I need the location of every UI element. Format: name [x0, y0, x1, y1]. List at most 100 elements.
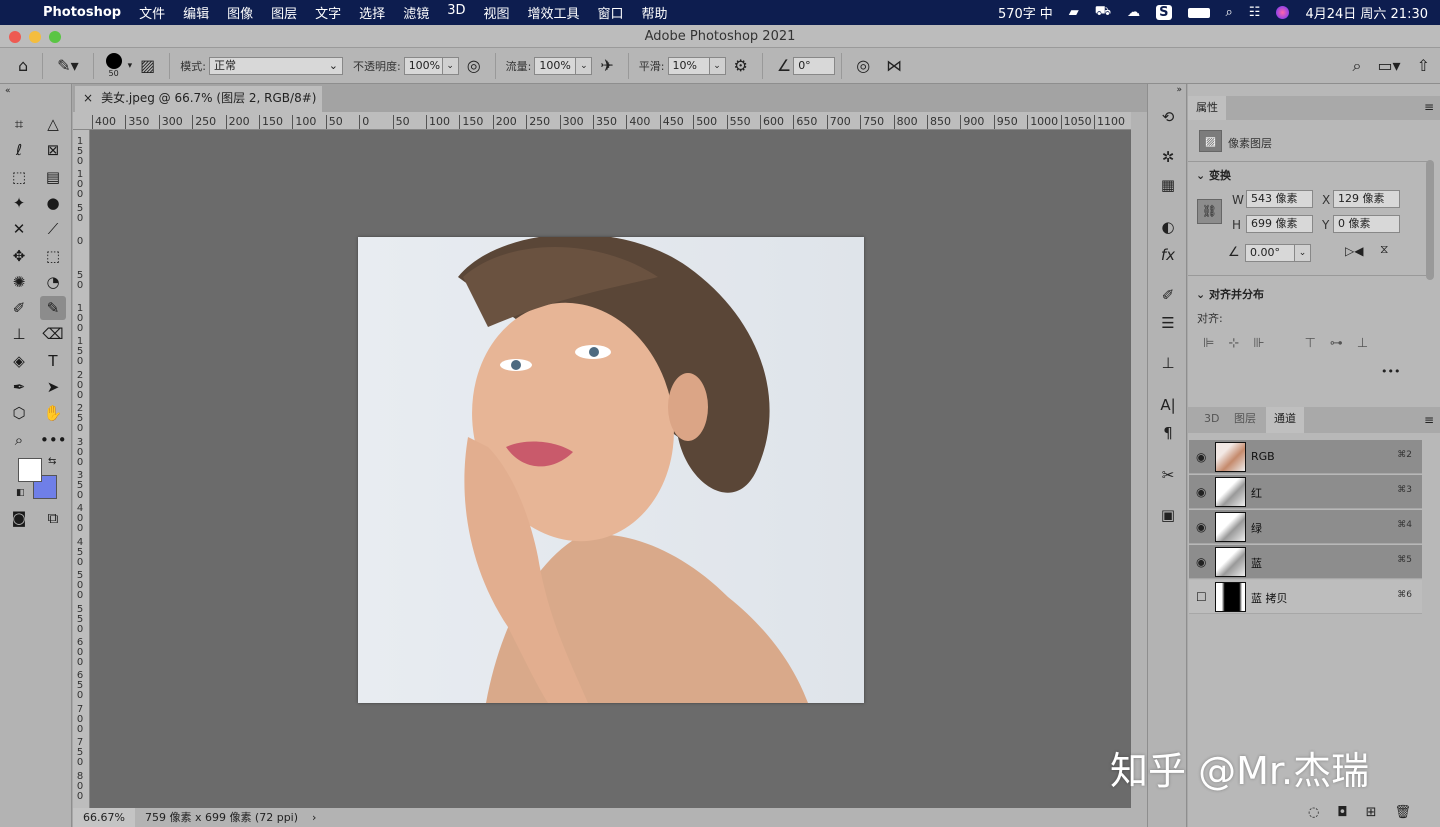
- flow-input[interactable]: 100%: [534, 56, 577, 75]
- crop-icon[interactable]: ⌗: [6, 112, 32, 136]
- tab-1[interactable]: 图层: [1226, 407, 1264, 433]
- panel-menu-icon[interactable]: ≡: [1424, 100, 1434, 114]
- close-window-button[interactable]: [9, 31, 21, 43]
- gear-icon[interactable]: ⚙: [734, 56, 748, 75]
- workspace-icon[interactable]: ▭▾: [1377, 56, 1400, 75]
- flow-dropdown[interactable]: ⌄: [576, 56, 593, 75]
- spot-heal-icon[interactable]: ✺: [6, 270, 32, 294]
- menu-2[interactable]: 图像: [218, 3, 262, 22]
- visibility-box-icon[interactable]: ☐: [1196, 590, 1207, 604]
- x-input[interactable]: 129 像素: [1333, 190, 1400, 208]
- object-select-icon[interactable]: ⬚: [6, 165, 32, 189]
- smoothing-dropdown[interactable]: ⌄: [709, 56, 726, 75]
- healing-icon[interactable]: ✕: [6, 217, 32, 241]
- siri-icon[interactable]: [1276, 6, 1290, 19]
- align-left-icon[interactable]: ⊫: [1203, 336, 1214, 351]
- height-input[interactable]: 699 像素: [1246, 215, 1313, 233]
- align-right-icon[interactable]: ⊪: [1253, 336, 1264, 351]
- vertical-scrollbar[interactable]: [1131, 112, 1147, 808]
- tools-scissors-icon[interactable]: ✂: [1156, 466, 1180, 484]
- align-top-icon[interactable]: ⊤: [1305, 336, 1316, 351]
- channel-row[interactable]: ◉ 绿 ⌘4: [1189, 510, 1422, 544]
- marquee-icon[interactable]: ⬚: [40, 244, 66, 268]
- app-menu[interactable]: Photoshop: [29, 5, 130, 20]
- clock[interactable]: 4月24日 周六 21:30: [1305, 3, 1428, 22]
- eraser-icon[interactable]: ⌫: [40, 322, 66, 346]
- home-icon[interactable]: ⌂: [18, 56, 28, 75]
- channel-row[interactable]: ◉ 蓝 ⌘5: [1189, 545, 1422, 579]
- color-replace-icon[interactable]: ✐: [6, 296, 32, 320]
- frame-triangle-icon[interactable]: △: [40, 112, 66, 136]
- move-icon[interactable]: ✥: [6, 244, 32, 268]
- more-tools-icon[interactable]: •••: [40, 428, 67, 452]
- save-selection-channel-icon[interactable]: ◘: [1337, 805, 1347, 820]
- delete-channel-icon[interactable]: 🗑: [1395, 805, 1412, 820]
- zoom-icon[interactable]: ⌕: [6, 428, 32, 452]
- channel-row[interactable]: ◉ RGB ⌘2: [1189, 440, 1422, 474]
- flip-vertical-icon[interactable]: ⧖: [1380, 242, 1388, 257]
- brush-settings-icon[interactable]: ☰: [1156, 314, 1180, 332]
- collapse-dock-icon[interactable]: »: [1148, 84, 1186, 96]
- menu-0[interactable]: 文件: [130, 3, 174, 22]
- eye-icon[interactable]: ◉: [1196, 450, 1206, 464]
- eyedropper-icon[interactable]: ⟋: [40, 217, 66, 241]
- battery-icon[interactable]: [1187, 7, 1210, 18]
- align-section-header[interactable]: ⌄ 对齐并分布: [1196, 286, 1264, 302]
- brush-settings-icon[interactable]: ▨: [140, 56, 155, 75]
- menu-4[interactable]: 文字: [306, 3, 350, 22]
- quick-select-icon[interactable]: ✦: [6, 191, 32, 215]
- clone-source-icon[interactable]: ⊥: [1156, 354, 1180, 372]
- vertical-ruler[interactable]: 150 100 50 0 50 100 150 200 250 300 350 400 450 500 55…: [73, 130, 90, 808]
- brushes-icon[interactable]: ✐: [1156, 286, 1180, 304]
- channel-row[interactable]: ◉ 红 ⌘3: [1189, 475, 1422, 509]
- airbrush-icon[interactable]: ✈: [600, 56, 613, 75]
- channels-panel-menu-icon[interactable]: ≡: [1424, 413, 1434, 427]
- quick-mask-icon[interactable]: ◙: [6, 506, 32, 530]
- character-icon[interactable]: A|: [1156, 396, 1180, 414]
- collapse-toolbar-icon[interactable]: «: [0, 84, 71, 98]
- type-icon[interactable]: T: [40, 349, 66, 373]
- pressure-size-icon[interactable]: ◎: [856, 56, 870, 75]
- tab-0[interactable]: 3D: [1196, 407, 1227, 433]
- menu-11[interactable]: 帮助: [633, 3, 677, 22]
- brush-preset-icon[interactable]: ✎▾: [57, 56, 78, 75]
- paint-bucket-icon[interactable]: ◈: [6, 349, 32, 373]
- tab-2[interactable]: 通道: [1266, 407, 1304, 433]
- document-image[interactable]: [358, 237, 864, 703]
- path-select-icon[interactable]: ➤: [40, 375, 66, 399]
- menu-7[interactable]: 3D: [438, 3, 474, 22]
- adjustments-icon[interactable]: ◐: [1156, 218, 1180, 236]
- align-center-h-icon[interactable]: ⊹: [1228, 336, 1239, 351]
- link-dimensions-icon[interactable]: ⛓: [1197, 199, 1222, 224]
- symmetry-butterfly-icon[interactable]: ⋈: [886, 56, 902, 75]
- share-icon[interactable]: ⇧: [1417, 56, 1430, 75]
- load-channel-selection-icon[interactable]: ◌: [1308, 805, 1319, 820]
- properties-scrollbar[interactable]: [1426, 160, 1434, 280]
- horizontal-ruler[interactable]: 400 350 300 250 200 150 100 50 0 50 100 150 200 250 30…: [73, 112, 1131, 130]
- pen-icon[interactable]: ✒: [6, 375, 32, 399]
- stamp-icon[interactable]: ⊥: [6, 322, 32, 346]
- menu-9[interactable]: 增效工具: [519, 3, 589, 22]
- swatches-grid-icon[interactable]: ▦: [1156, 176, 1180, 194]
- brush-angle-input[interactable]: 0°: [793, 56, 836, 75]
- mode-select[interactable]: 正常 ⌄: [208, 56, 343, 75]
- menu-1[interactable]: 编辑: [174, 3, 218, 22]
- brush-size-picker[interactable]: 50: [105, 53, 122, 78]
- input-method[interactable]: 中: [1040, 3, 1053, 22]
- flip-horizontal-icon[interactable]: ▷◀: [1345, 244, 1363, 258]
- zoom-level[interactable]: 66.67%: [73, 808, 135, 827]
- tab-properties[interactable]: 属性: [1188, 96, 1226, 120]
- color-wheel-icon[interactable]: ✲: [1156, 148, 1180, 166]
- rotation-dropdown[interactable]: ⌄: [1295, 244, 1311, 262]
- eye-icon[interactable]: ◉: [1196, 555, 1206, 569]
- eye-icon[interactable]: ◉: [1196, 520, 1206, 534]
- rotation-input[interactable]: 0.00°: [1245, 244, 1295, 262]
- search-icon[interactable]: ⌕: [1352, 56, 1361, 76]
- blur-icon[interactable]: ◔: [40, 270, 66, 294]
- control-center-icon[interactable]: ☷: [1249, 5, 1261, 20]
- forklift-icon[interactable]: ⛟: [1095, 4, 1111, 21]
- close-document-icon[interactable]: ×: [83, 91, 93, 105]
- channel-row[interactable]: ☐ 蓝 拷贝 ⌘6: [1189, 580, 1422, 614]
- paragraph-icon[interactable]: ¶: [1156, 424, 1180, 442]
- menu-10[interactable]: 窗口: [589, 3, 633, 22]
